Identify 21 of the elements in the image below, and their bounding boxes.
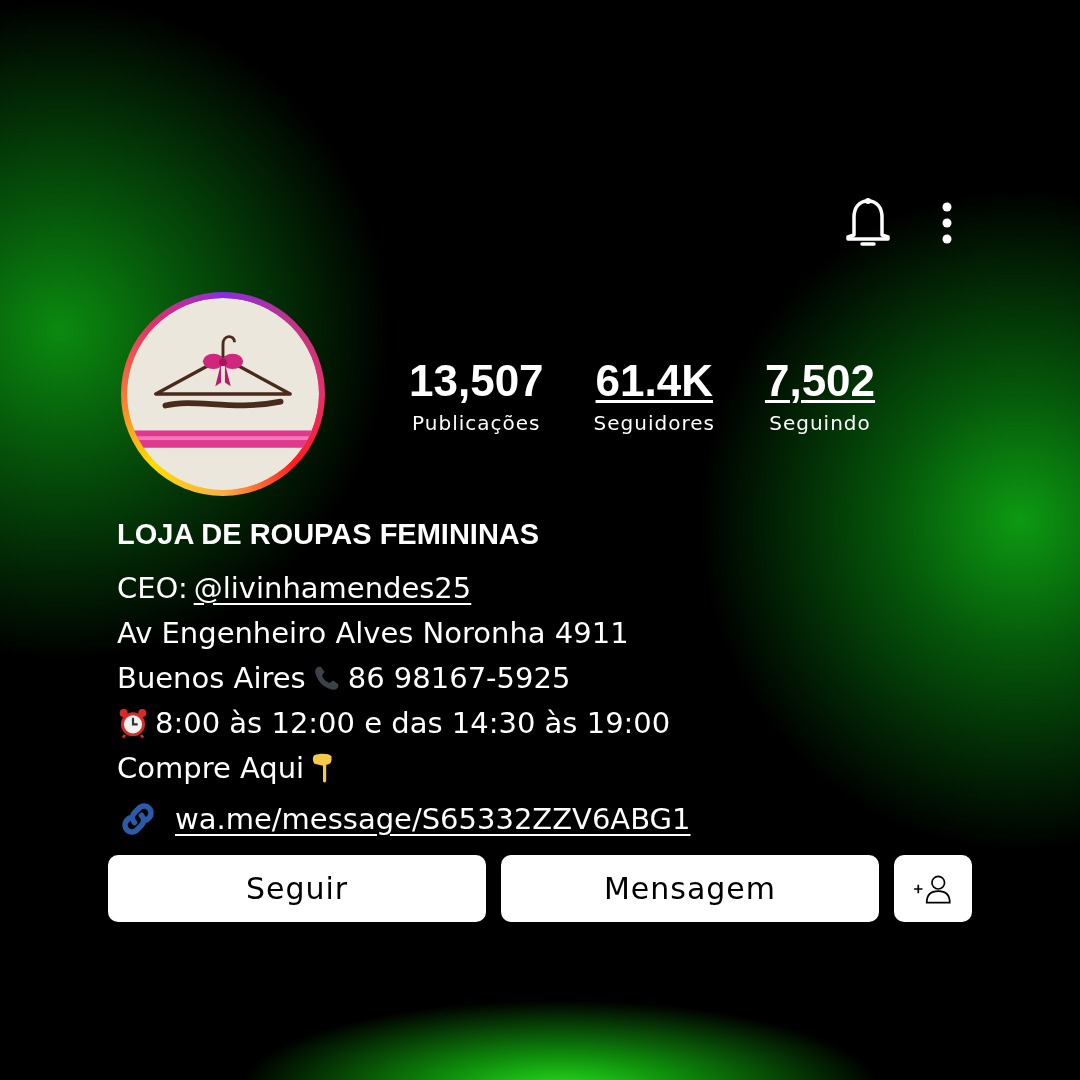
bio-text: Compre Aqui [117, 750, 305, 785]
notification-bell-icon[interactable] [844, 196, 892, 249]
website-link[interactable]: wa.me/message/S65332ZZV6ABG1 [175, 801, 691, 836]
mention-link[interactable]: @livinhamendes25 [193, 570, 472, 605]
phone-number: 86 98167-5925 [347, 660, 571, 695]
profile-button[interactable]: Mensagem [501, 855, 879, 922]
more-options-icon[interactable] [942, 201, 952, 244]
stat-label: Seguindo [769, 411, 871, 435]
stat-label: Publicações [412, 411, 541, 435]
profile-button[interactable]: Seguir [108, 855, 486, 922]
bio-label: CEO: [117, 570, 188, 605]
suggest-people-button[interactable] [894, 855, 972, 922]
stat-count[interactable]: 7,502 [764, 359, 876, 403]
bio-text: Buenos Aires [117, 660, 306, 695]
alarm-clock-icon [117, 706, 149, 739]
bio-text: Av Engenheiro Alves Noronha 4911 [117, 615, 629, 650]
stat-label: Seguidores [593, 411, 715, 435]
stat-count[interactable]: 61.4K [595, 359, 713, 403]
stat-count: 13,507 [409, 359, 544, 403]
profile-name: LOJA DE ROUPAS FEMININAS [117, 518, 541, 551]
opening-hours: 8:00 às 12:00 e das 14:30 às 19:00 [155, 705, 671, 740]
